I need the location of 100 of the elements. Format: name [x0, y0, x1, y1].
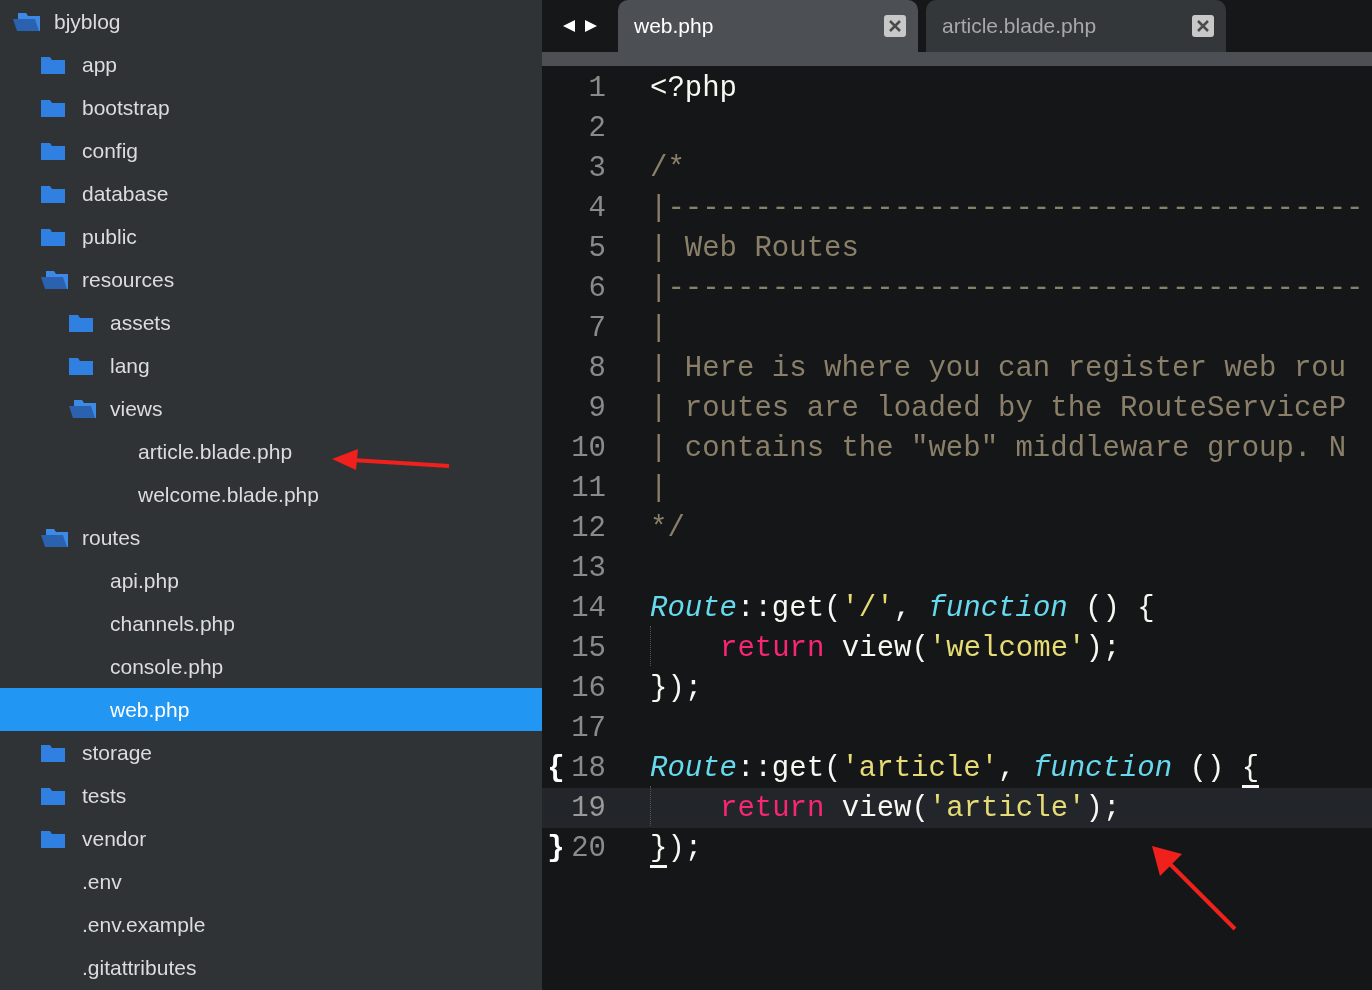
code-line: }); — [650, 671, 703, 705]
line-number: 12 — [570, 511, 606, 545]
code-line: | Here is where you can register web rou — [650, 351, 1347, 385]
line-number: 10 — [570, 431, 606, 465]
tree-row[interactable]: database — [0, 172, 542, 215]
folder-icon — [40, 742, 66, 763]
line-number: 19 — [570, 791, 606, 825]
nav-left-icon[interactable] — [562, 19, 576, 33]
tree-row[interactable]: welcome.blade.php — [0, 473, 542, 516]
tree-row[interactable]: storage — [0, 731, 542, 774]
folder-name: public — [82, 224, 137, 249]
line-number: 6 — [587, 271, 606, 305]
folder-icon — [40, 828, 66, 849]
code-line: }); — [650, 831, 703, 865]
line-number: 11 — [570, 471, 606, 505]
open-folder-icon — [68, 397, 98, 420]
tree-row[interactable]: .env — [0, 860, 542, 903]
tree-row[interactable]: vendor — [0, 817, 542, 860]
folder-name: storage — [82, 740, 153, 765]
folder-icon — [40, 183, 66, 204]
code-line: | — [650, 471, 668, 505]
tree-row[interactable]: routes — [0, 516, 542, 559]
tree-row[interactable]: bjyblog — [0, 0, 542, 43]
code-line: |---------------------------------------- — [650, 271, 1364, 305]
tab-label: article.blade.php — [942, 14, 1097, 38]
line-number: 2 — [587, 111, 606, 145]
folder-name: views — [110, 396, 163, 421]
code-line: */ — [650, 511, 685, 545]
folder-name: app — [82, 52, 118, 77]
code-line: |---------------------------------------- — [650, 191, 1364, 225]
folder-name: lang — [110, 353, 150, 378]
code-line: | — [650, 311, 668, 345]
folder-name: config — [82, 138, 139, 163]
close-icon[interactable] — [1192, 15, 1214, 37]
folder-icon — [40, 97, 66, 118]
nav-right-icon[interactable] — [584, 19, 598, 33]
code-line: | routes are loaded by the RouteServiceP — [650, 391, 1347, 425]
file-name: channels.php — [110, 611, 235, 636]
line-number: 13 — [570, 551, 606, 585]
file-name: welcome.blade.php — [138, 482, 319, 507]
tree-row[interactable]: api.php — [0, 559, 542, 602]
tab-label: web.php — [634, 14, 714, 38]
file-name: .gitattributes — [82, 955, 197, 980]
folder-name: bjyblog — [54, 9, 121, 34]
tree-row[interactable]: console.php — [0, 645, 542, 688]
folder-name: resources — [82, 267, 175, 292]
tab[interactable]: web.php — [618, 0, 918, 52]
fold-marker[interactable]: } — [547, 831, 565, 865]
tree-row[interactable]: channels.php — [0, 602, 542, 645]
line-number: 15 — [570, 631, 606, 665]
tree-row[interactable]: resources — [0, 258, 542, 301]
tree-row[interactable]: lang — [0, 344, 542, 387]
folder-name: vendor — [82, 826, 147, 851]
file-name: console.php — [110, 654, 224, 679]
tree-row[interactable]: article.blade.php — [0, 430, 542, 473]
line-number: 8 — [587, 351, 606, 385]
folder-icon — [40, 226, 66, 247]
tree-row[interactable]: app — [0, 43, 542, 86]
open-folder-icon — [12, 10, 42, 33]
code-line: | Web Routes — [650, 231, 859, 265]
code-line: /* — [650, 151, 685, 185]
tree-row[interactable]: config — [0, 129, 542, 172]
folder-name: assets — [110, 310, 171, 335]
file-name: .env.example — [82, 912, 206, 937]
folder-icon — [40, 140, 66, 161]
folder-name: database — [82, 181, 169, 206]
file-name: .env — [82, 869, 122, 894]
tree-row[interactable]: public — [0, 215, 542, 258]
folder-name: bootstrap — [82, 95, 170, 120]
file-name: article.blade.php — [138, 439, 293, 464]
line-number: 1 — [587, 71, 606, 105]
line-number: 16 — [570, 671, 606, 705]
fold-marker[interactable]: { — [547, 751, 565, 785]
folder-icon — [68, 312, 94, 333]
line-number: 9 — [587, 391, 606, 425]
code-line: return view('article'); — [720, 791, 1121, 825]
line-number: 18 — [570, 751, 606, 785]
tree-row[interactable]: tests — [0, 774, 542, 817]
tree-row[interactable]: bootstrap — [0, 86, 542, 129]
tree-row[interactable]: views — [0, 387, 542, 430]
file-name: web.php — [110, 697, 190, 722]
tree-row[interactable]: .gitattributes — [0, 946, 542, 989]
folder-icon — [68, 355, 94, 376]
line-number: 3 — [587, 151, 606, 185]
code-line: return view('welcome'); — [720, 631, 1121, 665]
code-line: <?php — [650, 71, 737, 105]
line-number: 14 — [570, 591, 606, 625]
folder-icon — [40, 785, 66, 806]
tab[interactable]: article.blade.php — [926, 0, 1226, 52]
close-icon[interactable] — [884, 15, 906, 37]
tree-row[interactable]: assets — [0, 301, 542, 344]
open-folder-icon — [40, 526, 70, 549]
code-line: Route::get('/', function () { — [650, 591, 1155, 625]
line-number: 4 — [587, 191, 606, 225]
line-number: 7 — [587, 311, 606, 345]
code-line: | contains the "web" middleware group. N — [650, 431, 1347, 465]
folder-icon — [40, 54, 66, 75]
line-number: 20 — [570, 831, 606, 865]
folder-name: tests — [82, 783, 127, 808]
tree-row[interactable]: .env.example — [0, 903, 542, 946]
